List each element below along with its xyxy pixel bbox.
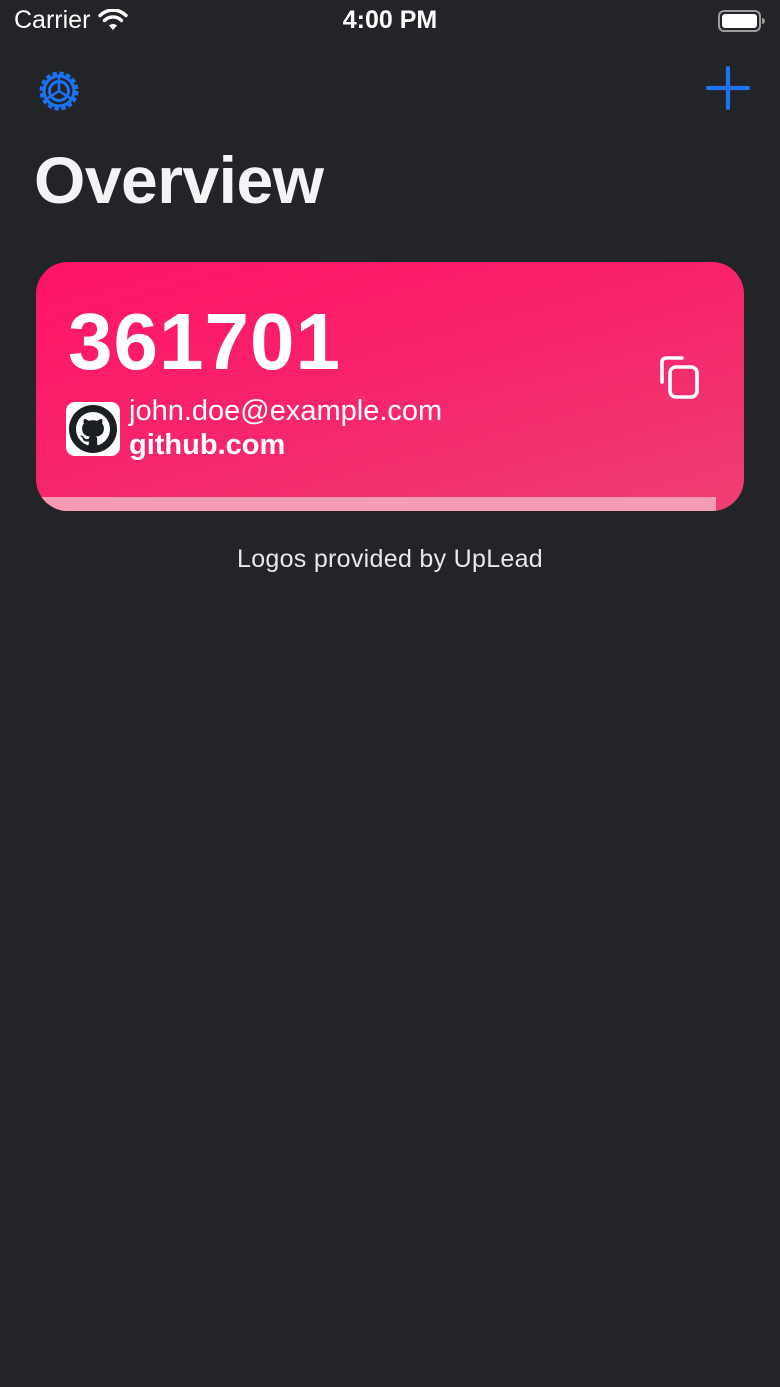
status-time: 4:00 PM: [342, 6, 438, 34]
add-button[interactable]: [704, 64, 752, 112]
page-title: Overview: [34, 143, 324, 217]
battery-icon: [718, 10, 765, 32]
status-bar: Carrier 4:00 PM: [0, 0, 780, 44]
copy-button[interactable]: [652, 352, 708, 408]
logo-credits: Logos provided by UpLead: [236, 545, 544, 573]
settings-button[interactable]: [32, 64, 86, 118]
gear-icon: [39, 71, 79, 111]
token-progress-bar: [36, 497, 744, 511]
copy-icon: [660, 356, 699, 399]
token-progress-fill: [36, 497, 716, 511]
token-card[interactable]: 361701 john.doe@example.com github.com: [36, 262, 744, 511]
plus-icon: [705, 65, 751, 111]
token-code: 361701: [68, 297, 341, 386]
account-email: john.doe@example.com: [129, 395, 443, 427]
account-issuer: github.com: [129, 429, 286, 461]
github-logo-icon: [66, 402, 120, 456]
